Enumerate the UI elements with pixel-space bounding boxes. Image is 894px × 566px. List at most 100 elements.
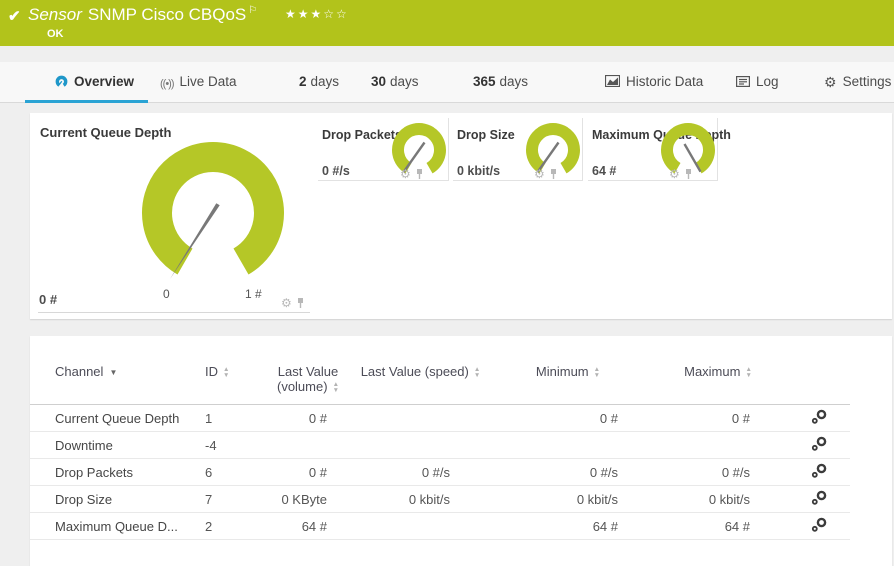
tab-30-days[interactable]: 30 days	[371, 74, 419, 89]
sort-icon: ▲▼	[474, 367, 480, 378]
active-tab-indicator	[25, 100, 148, 103]
gear-icon: ⚙	[824, 74, 837, 91]
column-header-channel[interactable]: Channel▼	[30, 356, 205, 405]
table-row: Current Queue Depth 1 0 # 0 # 0 #	[30, 405, 850, 432]
gauge-gear-icon[interactable]: ⚙	[534, 168, 545, 180]
gauge-value: 0 #/s	[322, 164, 350, 178]
channel-maximum: 0 #	[648, 405, 788, 432]
channel-last-speed: 0 kbit/s	[353, 486, 488, 513]
priority-stars[interactable]: ★★★☆☆	[285, 7, 349, 21]
gauge-tile-maximum-queue-depth: Maximum Queue Depth 64 # ⚙	[588, 118, 718, 181]
gauge-gear-icon[interactable]: ⚙	[400, 168, 411, 180]
sort-icon: ▲▼	[594, 367, 600, 378]
tab-2-days[interactable]: 2 days	[299, 74, 339, 89]
channel-settings-icon[interactable]	[811, 517, 828, 535]
flag-icon[interactable]: ⚐	[248, 5, 257, 16]
column-header-last-value-volume[interactable]: Last Value(volume)▲▼	[263, 356, 353, 405]
channel-id: 6	[205, 459, 263, 486]
gauge-title: Drop Size	[457, 128, 515, 142]
channel-last-speed	[353, 432, 488, 459]
channel-last-speed: 0 #/s	[353, 459, 488, 486]
tab-live-data[interactable]: ((•))Live Data	[160, 74, 237, 90]
gauge-pin-icon[interactable]	[549, 168, 558, 180]
channel-last-speed	[353, 405, 488, 432]
gauge-tile-current-queue-depth: Current Queue Depth 0 1 # 0 # ⚙	[30, 113, 316, 319]
channel-maximum: 64 #	[648, 513, 788, 540]
log-icon	[736, 75, 750, 90]
channel-last-volume: 0 #	[263, 459, 353, 486]
channel-last-speed	[353, 513, 488, 540]
channel-maximum: 0 #/s	[648, 459, 788, 486]
channel-name: Maximum Queue D...	[30, 513, 205, 540]
tab-historic-label: Historic Data	[626, 74, 703, 89]
gauge-tile-drop-packets: Drop Packets 0 #/s ⚙	[318, 118, 449, 181]
channel-id: 1	[205, 405, 263, 432]
table-row: Drop Size 7 0 KByte 0 kbit/s 0 kbit/s 0 …	[30, 486, 850, 513]
sort-icon: ▲▼	[223, 367, 229, 378]
tab-30-days-number: 30	[371, 74, 386, 89]
channel-last-volume	[263, 432, 353, 459]
table-row: Drop Packets 6 0 # 0 #/s 0 #/s 0 #/s	[30, 459, 850, 486]
channel-minimum: 0 #/s	[488, 459, 648, 486]
channels-panel: Channel▼ ID▲▼ Last Value(volume)▲▼ Last …	[30, 336, 892, 566]
tab-live-data-label: Live Data	[180, 74, 237, 89]
channel-id: 2	[205, 513, 263, 540]
channel-last-volume: 64 #	[263, 513, 353, 540]
tab-overview-label: Overview	[74, 74, 134, 89]
gauge-pin-icon[interactable]	[684, 168, 693, 180]
table-header-row: Channel▼ ID▲▼ Last Value(volume)▲▼ Last …	[30, 356, 850, 405]
tab-bar: Overview ((•))Live Data 2 days 30 days 365…	[0, 62, 894, 103]
tab-2-days-number: 2	[299, 74, 307, 89]
sensor-name: SNMP Cisco CBQoS	[88, 5, 246, 24]
channel-name: Current Queue Depth	[30, 405, 205, 432]
tab-log[interactable]: Log	[736, 74, 779, 90]
tab-365-days[interactable]: 365 days	[473, 74, 528, 89]
sensor-kind-label: Sensor	[28, 5, 82, 24]
column-header-id[interactable]: ID▲▼	[205, 356, 263, 405]
status-check-icon: ✔	[8, 7, 21, 25]
gauge-scale-min: 0	[163, 287, 170, 301]
column-header-actions	[788, 356, 850, 405]
channel-name: Downtime	[30, 432, 205, 459]
channel-id: 7	[205, 486, 263, 513]
tab-historic-data[interactable]: Historic Data	[605, 74, 703, 90]
tab-30-days-label: days	[390, 74, 419, 89]
gauge-tile-drop-size: Drop Size 0 kbit/s ⚙	[453, 118, 583, 181]
tile-divider	[38, 312, 310, 313]
channel-id: -4	[205, 432, 263, 459]
stars-filled: ★★★	[285, 7, 323, 21]
column-header-last-value-speed[interactable]: Last Value (speed)▲▼	[353, 356, 488, 405]
channel-minimum: 0 #	[488, 405, 648, 432]
channel-settings-icon[interactable]	[811, 409, 828, 427]
sensor-title: Sensor SNMP Cisco CBQoS⚐	[28, 5, 257, 25]
primary-gauge	[103, 113, 323, 283]
sensor-header: ✔ SensorSNMP Cisco CBQoS⚐ ★★★☆☆ OK	[0, 0, 894, 46]
tab-settings[interactable]: ⚙ Settings	[824, 74, 891, 91]
column-header-minimum[interactable]: Minimum▲▼	[488, 356, 648, 405]
channel-settings-icon[interactable]	[811, 463, 828, 481]
tab-365-days-label: days	[500, 74, 529, 89]
historic-chart-icon	[605, 75, 620, 90]
tab-overview[interactable]: Overview	[55, 74, 134, 90]
sort-desc-icon: ▼	[109, 368, 117, 377]
column-header-maximum[interactable]: Maximum▲▼	[648, 356, 788, 405]
gauge-gear-icon[interactable]: ⚙	[669, 168, 680, 180]
channel-minimum: 0 kbit/s	[488, 486, 648, 513]
gauge-pin-icon[interactable]	[296, 297, 305, 309]
gauge-value: 0 #	[39, 292, 57, 307]
channel-last-volume: 0 KByte	[263, 486, 353, 513]
gauge-value: 0 kbit/s	[457, 164, 500, 178]
gauge-gear-icon[interactable]: ⚙	[281, 297, 292, 309]
gauge-value: 64 #	[592, 164, 616, 178]
channel-settings-icon[interactable]	[811, 436, 828, 454]
channel-settings-icon[interactable]	[811, 490, 828, 508]
tab-settings-label: Settings	[843, 74, 892, 89]
channel-maximum: 0 kbit/s	[648, 486, 788, 513]
channel-minimum: 64 #	[488, 513, 648, 540]
tab-2-days-label: days	[311, 74, 340, 89]
tab-365-days-number: 365	[473, 74, 496, 89]
table-row: Maximum Queue D... 2 64 # 64 # 64 #	[30, 513, 850, 540]
channel-last-volume: 0 #	[263, 405, 353, 432]
stars-empty: ☆☆	[323, 7, 349, 21]
gauge-pin-icon[interactable]	[415, 168, 424, 180]
